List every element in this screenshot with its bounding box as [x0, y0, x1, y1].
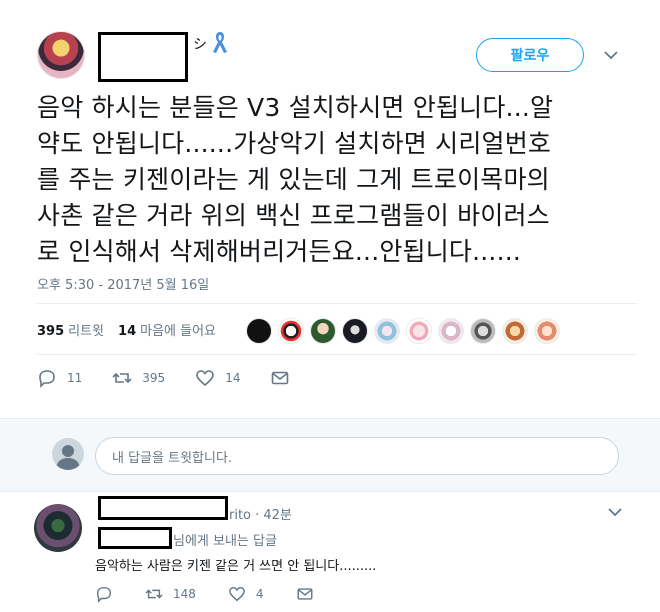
- retweet-icon: [145, 589, 163, 599]
- liker-avatar[interactable]: [278, 318, 304, 344]
- redacted-author-name: [98, 32, 188, 82]
- tweet-text: 음악 하시는 분들은 V3 설치하시면 안됩니다...알 약도 안됩니다....…: [37, 90, 627, 270]
- reply-reply-button[interactable]: [95, 585, 113, 603]
- reply-retweet-button[interactable]: 148: [145, 585, 196, 603]
- tweet-text-line: 음악 하시는 분들은 V3 설치하시면 안됩니다...알: [37, 93, 554, 122]
- divider: [37, 303, 637, 304]
- envelope-icon: [272, 371, 289, 385]
- reply-like-button[interactable]: 4: [228, 585, 264, 603]
- chevron-down-icon[interactable]: [604, 50, 618, 60]
- liker-avatars: [246, 318, 560, 344]
- heart-icon: [228, 586, 245, 602]
- liker-avatar[interactable]: [310, 318, 336, 344]
- direct-message-button[interactable]: [270, 368, 290, 388]
- default-user-icon: [56, 445, 80, 470]
- like-stat[interactable]: 14 마음에 들어요: [118, 320, 216, 339]
- tweet-stats: 395 리트윗 14 마음에 들어요: [37, 320, 216, 339]
- reply-like-count: 4: [255, 587, 264, 601]
- reply-actions: 148 4: [95, 585, 346, 603]
- reply-count: 11: [67, 371, 83, 385]
- liker-avatar[interactable]: [406, 318, 432, 344]
- heart-icon: [196, 370, 214, 387]
- reply-handle-time[interactable]: rito · 42분: [229, 504, 292, 523]
- tweet-text-line: 로 인식해서 삭제해버리거든요...안됩니다......: [37, 237, 522, 266]
- like-button[interactable]: 14: [195, 368, 240, 388]
- like-stat-label: 마음에 들어요: [140, 324, 217, 339]
- retweet-stat-count: 395: [37, 324, 65, 339]
- author-name-suffix: シ: [193, 37, 207, 53]
- reply-composer: 내 답글을 트윗합니다.: [0, 418, 660, 492]
- liker-avatar[interactable]: [534, 318, 560, 344]
- liker-avatar[interactable]: [470, 318, 496, 344]
- reply-to-label: 님에게 보내는 답글: [173, 534, 277, 549]
- tweet-text-line: 약도 안됩니다......가상악기 설치하면 시리얼번호: [37, 129, 552, 158]
- liker-avatar[interactable]: [342, 318, 368, 344]
- reply-input[interactable]: 내 답글을 트윗합니다.: [95, 437, 619, 475]
- author-avatar[interactable]: [37, 31, 85, 79]
- reply-icon: [96, 586, 112, 603]
- redacted-reply-target: [98, 527, 172, 549]
- divider: [37, 354, 637, 355]
- retweet-stat[interactable]: 395 리트윗: [37, 320, 104, 339]
- current-user-avatar: [52, 438, 84, 470]
- like-count: 14: [225, 371, 241, 385]
- reply-text: 음악하는 사람은 키젠 같은 거 쓰면 안 됩니다.........: [95, 559, 377, 574]
- tweet-text-line: 를 주는 키젠이라는 게 있는데 그게 트로이목마의: [37, 165, 550, 194]
- reply-retweet-count: 148: [173, 587, 196, 601]
- awareness-ribbon-icon: [213, 32, 227, 53]
- tweet-text-line: 사촌 같은 거라 위의 백신 프로그램들이 바이러스: [37, 201, 550, 230]
- liker-avatar[interactable]: [438, 318, 464, 344]
- reply-author-avatar[interactable]: [34, 504, 82, 552]
- liker-avatar[interactable]: [502, 318, 528, 344]
- liker-avatar[interactable]: [374, 318, 400, 344]
- retweet-button[interactable]: 395: [112, 368, 165, 388]
- retweet-icon: [112, 372, 132, 384]
- tweet-page: シ 팔로우 음악 하시는 분들은 V3 설치하시면 안됩니다...알 약도 안됩…: [0, 0, 660, 612]
- reply-direct-message-button[interactable]: [296, 585, 314, 603]
- reply-icon: [39, 370, 55, 388]
- liker-avatar[interactable]: [246, 318, 272, 344]
- tweet-actions: 11 395 14: [37, 368, 320, 388]
- retweet-stat-label: 리트윗: [68, 324, 105, 339]
- follow-button[interactable]: 팔로우: [476, 38, 584, 72]
- retweet-count: 395: [142, 371, 166, 385]
- reply-button[interactable]: 11: [37, 368, 82, 388]
- tweet-timestamp[interactable]: 오후 5:30 - 2017년 5월 16일: [37, 274, 209, 293]
- chevron-down-icon[interactable]: [608, 507, 622, 517]
- like-stat-count: 14: [118, 324, 137, 339]
- redacted-reply-author-name: [98, 496, 228, 520]
- envelope-icon: [297, 588, 313, 600]
